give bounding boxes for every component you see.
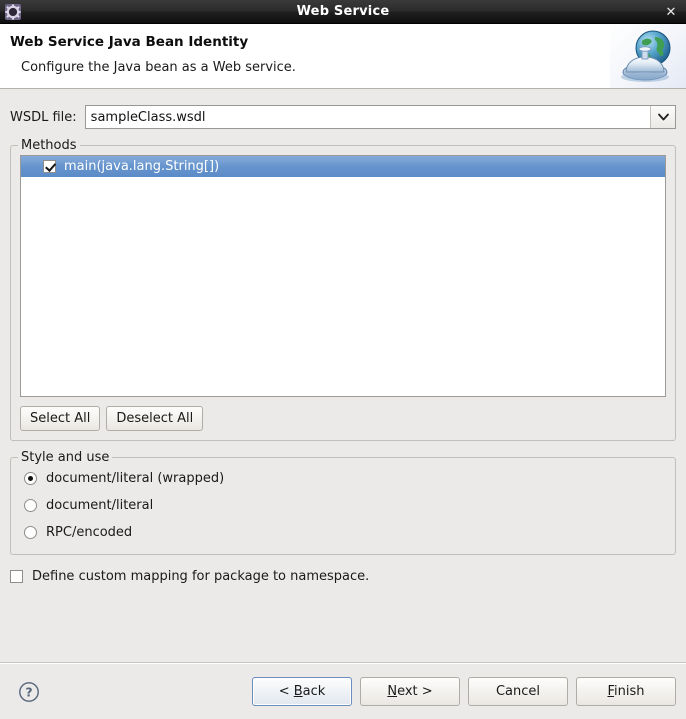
chevron-down-icon[interactable]	[650, 106, 675, 128]
cancel-button[interactable]: Cancel	[468, 677, 568, 706]
wsdl-file-combobox[interactable]: sampleClass.wsdl	[84, 105, 676, 129]
back-button-suffix: ack	[302, 684, 326, 699]
svg-text:?: ?	[25, 684, 32, 699]
wsdl-file-label: WSDL file:	[10, 109, 77, 125]
methods-list[interactable]: main(java.lang.String[])	[20, 155, 666, 397]
custom-mapping-label: Define custom mapping for package to nam…	[32, 569, 370, 584]
close-icon[interactable]: ✕	[662, 3, 680, 21]
dialog-footer: ? < Back Next > Cancel Finish	[0, 664, 686, 719]
dialog-body: WSDL file: sampleClass.wsdl Methods main…	[0, 89, 686, 662]
custom-mapping-checkbox[interactable]	[10, 570, 23, 583]
radio-label: document/literal	[46, 498, 154, 513]
radio-label: document/literal (wrapped)	[46, 471, 225, 486]
list-item[interactable]: main(java.lang.String[])	[21, 156, 665, 177]
back-button[interactable]: < Back	[252, 677, 352, 706]
page-description: Configure the Java bean as a Web service…	[21, 60, 296, 75]
method-label: main(java.lang.String[])	[64, 159, 220, 174]
style-and-use-group-title: Style and use	[18, 450, 113, 465]
radio-document-literal-wrapped[interactable]: document/literal (wrapped)	[24, 465, 666, 492]
page-title: Web Service Java Bean Identity	[10, 34, 249, 50]
radio-label: RPC/encoded	[46, 525, 133, 540]
wsdl-file-row: WSDL file: sampleClass.wsdl	[10, 105, 676, 129]
radio-document-literal[interactable]: document/literal	[24, 492, 666, 519]
next-button-suffix: ext >	[397, 684, 433, 699]
gear-icon	[4, 3, 22, 21]
radio-button-icon[interactable]	[24, 526, 37, 539]
method-checkbox[interactable]	[43, 160, 56, 173]
web-service-dialog: Web Service ✕ Web Service Java Bean Iden…	[0, 0, 686, 719]
window-title: Web Service	[296, 4, 390, 19]
title-bar: Web Service ✕	[0, 0, 686, 24]
wizard-header: Web Service Java Bean Identity Configure…	[0, 24, 686, 89]
radio-button-icon[interactable]	[24, 499, 37, 512]
methods-group: Methods main(java.lang.String[]) Select …	[10, 138, 676, 441]
radio-rpc-encoded[interactable]: RPC/encoded	[24, 519, 666, 546]
wsdl-file-input[interactable]: sampleClass.wsdl	[85, 106, 650, 128]
footer-buttons: < Back Next > Cancel Finish	[252, 677, 676, 706]
methods-list-buttons: Select All Deselect All	[20, 406, 666, 431]
next-button[interactable]: Next >	[360, 677, 460, 706]
custom-mapping-checkbox-row[interactable]: Define custom mapping for package to nam…	[10, 569, 676, 584]
help-question-icon[interactable]: ?	[18, 681, 40, 703]
web-service-globe-icon	[610, 24, 686, 88]
back-button-prefix: <	[278, 684, 294, 699]
finish-button-suffix: inish	[614, 684, 645, 699]
style-and-use-group: Style and use document/literal (wrapped)…	[10, 450, 676, 555]
deselect-all-button[interactable]: Deselect All	[106, 406, 204, 431]
finish-button[interactable]: Finish	[576, 677, 676, 706]
radio-button-icon[interactable]	[24, 472, 37, 485]
next-button-mnemonic: N	[387, 684, 398, 699]
methods-group-title: Methods	[18, 138, 80, 153]
select-all-button[interactable]: Select All	[20, 406, 101, 431]
back-button-mnemonic: B	[293, 684, 303, 699]
